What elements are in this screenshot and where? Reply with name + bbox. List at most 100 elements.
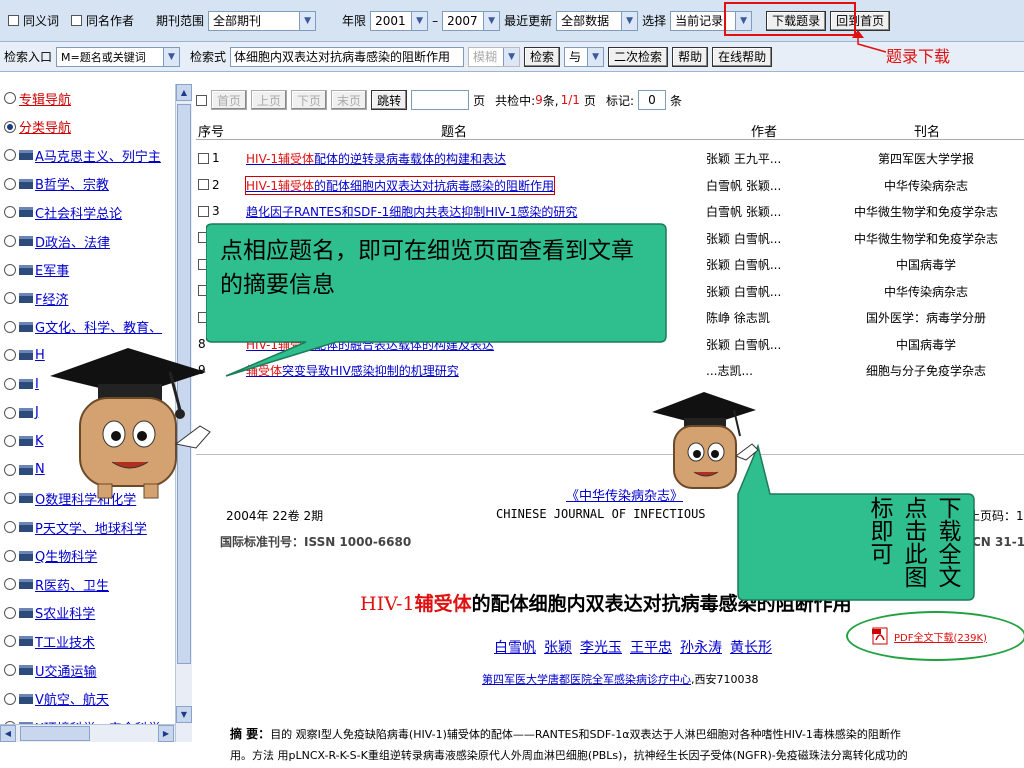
sidebar-item-label[interactable]: 专辑导航: [19, 89, 71, 108]
nav-radio[interactable]: [4, 120, 16, 133]
category-radio[interactable]: [4, 349, 16, 362]
next-page-button[interactable]: 下页: [291, 90, 328, 110]
scroll-right-icon[interactable]: ▶: [158, 725, 174, 742]
sidebar-item-label[interactable]: R医药、卫生: [35, 575, 109, 594]
last-page-button[interactable]: 末页: [331, 90, 368, 110]
second-search-button[interactable]: 二次检索: [608, 46, 669, 67]
sidebar-item[interactable]: 专辑导航: [4, 86, 71, 110]
row-title-link[interactable]: HIV-1辅受体的配体细胞内双表达对抗病毒感染的阻断作用: [244, 175, 556, 195]
category-radio[interactable]: [4, 463, 16, 476]
category-radio[interactable]: [4, 292, 16, 305]
category-radio[interactable]: [4, 177, 16, 190]
category-radio[interactable]: [4, 235, 16, 247]
category-radio[interactable]: [4, 149, 16, 162]
online-help-button[interactable]: 在线帮助: [712, 46, 773, 67]
row-title-link[interactable]: HIV-1辅受体配体的逆转录病毒载体的构建和表达: [246, 150, 506, 167]
fuzzy-select[interactable]: 模糊 ▼: [468, 46, 521, 67]
category-radio[interactable]: [4, 406, 16, 419]
help-button[interactable]: 帮助: [672, 46, 709, 67]
sidebar-item[interactable]: C社会科学总论: [4, 200, 122, 224]
sidebar-item-label[interactable]: A马克思主义、列宁主: [35, 146, 161, 165]
sidebar-item[interactable]: K: [4, 429, 44, 453]
sidebar-item-label[interactable]: S农业科学: [35, 603, 95, 622]
scroll-up-icon[interactable]: ▲: [176, 84, 192, 101]
search-expression-input[interactable]: 体细胞内双表达对抗病毒感染的阻断作用: [230, 46, 465, 67]
sidebar-item-label[interactable]: G文化、科学、教育、: [35, 317, 162, 336]
sidebar-item-label[interactable]: 分类导航: [19, 117, 71, 136]
category-radio[interactable]: [4, 521, 16, 533]
search-entry-select[interactable]: M=题名或关键词 ▼: [56, 46, 181, 67]
year-to-select[interactable]: 2007 ▼: [442, 10, 501, 31]
search-button[interactable]: 检索: [524, 46, 561, 67]
and-select[interactable]: 与 ▼: [564, 46, 605, 67]
sidebar-item[interactable]: 分类导航: [4, 115, 71, 139]
prev-page-button[interactable]: 上页: [251, 90, 288, 110]
detail-affiliation[interactable]: 第四军医大学唐都医院全军感染病诊疗中心: [482, 673, 691, 686]
author-link[interactable]: 孙永涛: [680, 640, 722, 656]
year-from-select[interactable]: 2001 ▼: [370, 10, 429, 31]
row-checkbox[interactable]: [198, 205, 209, 217]
pdf-download-label[interactable]: PDF全文下载(239K): [894, 629, 987, 644]
category-radio[interactable]: [4, 578, 16, 591]
category-radio[interactable]: [4, 320, 16, 333]
sidebar-item-label[interactable]: J: [35, 405, 39, 420]
update-select[interactable]: 全部数据 ▼: [556, 10, 639, 31]
sidebar-item-label[interactable]: E军事: [35, 260, 69, 279]
category-radio[interactable]: [4, 635, 16, 648]
category-radio[interactable]: [4, 263, 16, 276]
author-link[interactable]: 张颖: [544, 640, 572, 656]
first-page-button[interactable]: 首页: [211, 90, 248, 110]
category-radio[interactable]: [4, 206, 16, 219]
select-all-checkbox[interactable]: [196, 94, 207, 106]
category-radio[interactable]: [4, 664, 16, 676]
sidebar-item[interactable]: D政治、法律: [4, 229, 110, 253]
author-link[interactable]: 李光玉: [580, 640, 622, 656]
category-radio[interactable]: [4, 549, 16, 562]
sidebar-item[interactable]: Q生物科学: [4, 544, 97, 568]
page-number-input[interactable]: [411, 90, 470, 110]
category-radio[interactable]: [4, 492, 16, 505]
sidebar-item[interactable]: T工业技术: [4, 629, 95, 653]
author-link[interactable]: 王平忠: [630, 640, 672, 656]
sidebar-item-label[interactable]: P天文学、地球科学: [35, 518, 147, 537]
row-checkbox[interactable]: [198, 179, 209, 190]
scroll-left-icon[interactable]: ◀: [0, 725, 16, 742]
category-radio[interactable]: [4, 606, 16, 619]
sidebar-item[interactable]: A马克思主义、列宁主: [4, 143, 161, 167]
category-radio[interactable]: [4, 378, 16, 390]
sidebar-item[interactable]: U交通运输: [4, 658, 97, 682]
synonym-checkbox[interactable]: [8, 15, 19, 26]
author-link[interactable]: 白雪帆: [494, 640, 536, 656]
sidebar-item-label[interactable]: Q生物科学: [35, 546, 97, 565]
sidebar-item-label[interactable]: V航空、航天: [35, 689, 109, 708]
sidebar-item-label[interactable]: D政治、法律: [35, 232, 110, 251]
sidebar-item[interactable]: P天文学、地球科学: [4, 515, 147, 539]
category-radio[interactable]: [4, 435, 16, 448]
sidebar-item[interactable]: J: [4, 401, 39, 425]
row-checkbox[interactable]: [198, 152, 209, 164]
author-link[interactable]: 黄长形: [730, 640, 772, 656]
sidebar-item[interactable]: I: [4, 372, 39, 396]
sidebar-item-label[interactable]: T工业技术: [35, 632, 95, 651]
sidebar-item[interactable]: H: [4, 343, 45, 367]
sidebar-item-label[interactable]: U交通运输: [35, 661, 97, 680]
jump-button[interactable]: 跳转: [371, 90, 408, 110]
sidebar-item[interactable]: B哲学、宗教: [4, 172, 109, 196]
sidebar-item[interactable]: G文化、科学、教育、: [4, 315, 162, 339]
sidebar-horizontal-scrollbar[interactable]: ◀ ▶: [0, 724, 175, 742]
sidebar-item[interactable]: S农业科学: [4, 601, 95, 625]
sidebar-item[interactable]: F经济: [4, 286, 68, 310]
row-title-link[interactable]: 趋化因子RANTES和SDF-1细胞内共表达抑制HIV-1感染的研究: [246, 203, 577, 220]
journal-range-select[interactable]: 全部期刊 ▼: [208, 10, 317, 31]
category-radio[interactable]: [4, 692, 16, 705]
sidebar-item[interactable]: E军事: [4, 258, 69, 282]
sidebar-item-label[interactable]: B哲学、宗教: [35, 174, 109, 193]
scroll-down-icon[interactable]: ▼: [176, 706, 192, 723]
nav-radio[interactable]: [4, 92, 16, 104]
sidebar-item-label[interactable]: I: [35, 377, 39, 392]
pdf-download-link[interactable]: PDF全文下载(239K): [872, 627, 987, 645]
sidebar-item[interactable]: R医药、卫生: [4, 572, 109, 596]
sidebar-item-label[interactable]: C社会科学总论: [35, 203, 122, 222]
scroll-thumb-h[interactable]: [20, 726, 90, 741]
sidebar-item[interactable]: V航空、航天: [4, 687, 109, 711]
